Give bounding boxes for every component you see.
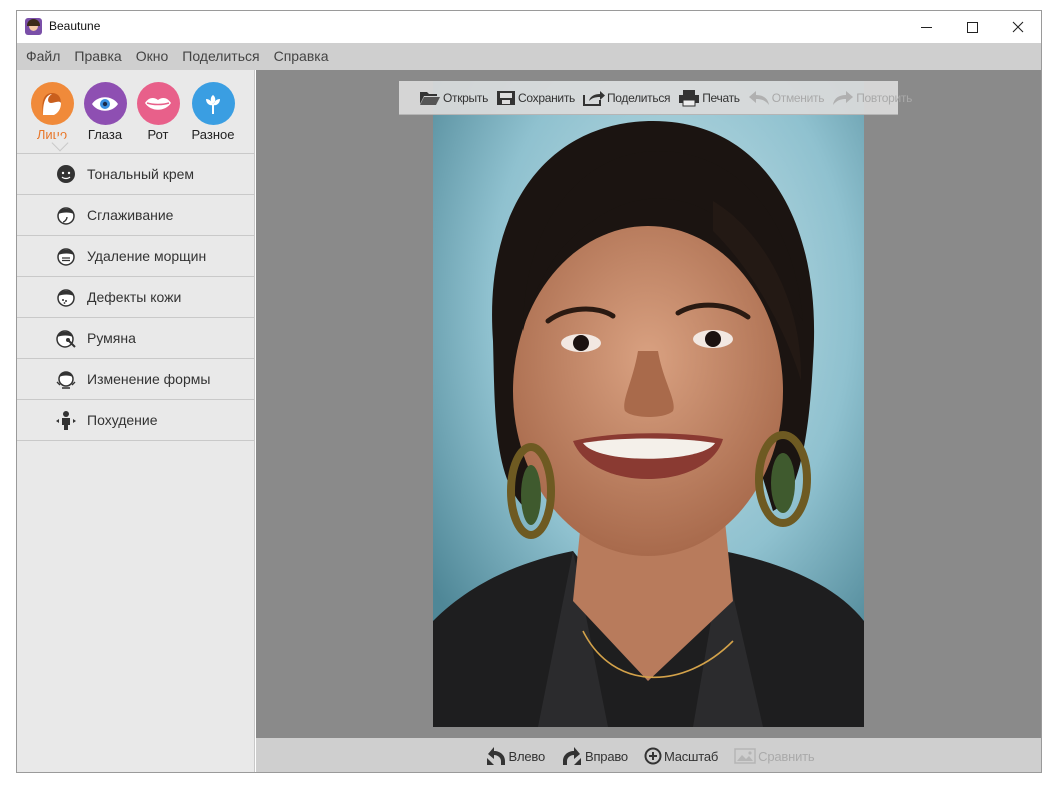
compare-button[interactable]: Сравнить <box>734 748 815 764</box>
menu-file[interactable]: Файл <box>19 43 67 70</box>
window-title: Beautune <box>49 19 101 33</box>
tool-smoothing[interactable]: Сглаживание <box>17 195 254 236</box>
open-button[interactable]: Открыть <box>419 90 488 106</box>
title-bar: Beautune <box>17 11 1041 43</box>
compare-label: Сравнить <box>758 748 815 764</box>
tool-reshape[interactable]: Изменение формы <box>17 359 254 400</box>
blush-icon <box>56 330 76 348</box>
print-button[interactable]: Печать <box>678 89 740 107</box>
compare-image-icon <box>734 748 756 764</box>
folder-open-icon <box>420 91 440 105</box>
rotate-right-label: Вправо <box>584 748 628 764</box>
share-label: Поделиться <box>606 90 671 105</box>
redo-label: Повторить <box>856 90 913 105</box>
redo-arrow-icon <box>833 90 854 105</box>
menu-share[interactable]: Поделиться <box>175 43 266 70</box>
eye-icon <box>83 82 127 125</box>
lips-icon <box>136 82 180 125</box>
tab-face-label: Лицо <box>36 127 68 142</box>
maximize-icon <box>966 21 978 33</box>
photo-canvas[interactable]: Открыть Сохранить Поделиться Печать Отме… <box>256 70 1041 738</box>
flower-icon <box>191 82 235 125</box>
tool-reshape-label: Изменение формы <box>87 371 211 387</box>
zoom-label: Масштаб <box>663 748 719 764</box>
portrait-photo[interactable] <box>433 81 864 727</box>
menu-edit[interactable]: Правка <box>67 43 128 70</box>
tool-skin-defects[interactable]: Дефекты кожи <box>17 277 254 318</box>
tab-mouth[interactable]: Рот <box>132 82 184 142</box>
undo-label: Отменить <box>771 90 825 105</box>
zoom-button[interactable]: Масштаб <box>644 747 718 765</box>
tool-foundation-label: Тональный крем <box>87 166 195 182</box>
undo-button[interactable]: Отменить <box>748 90 824 106</box>
menu-window[interactable]: Окно <box>129 43 176 70</box>
redo-button[interactable]: Повторить <box>832 90 912 106</box>
close-icon <box>1012 21 1024 33</box>
share-button[interactable]: Поделиться <box>582 90 671 106</box>
rotate-left-button[interactable]: Влево <box>485 746 545 766</box>
bottom-toolbar: Влево Вправо Масштаб Сравнить <box>256 738 1041 772</box>
rotate-right-icon <box>562 747 581 765</box>
tool-blush[interactable]: Румяна <box>17 318 254 359</box>
tab-eyes-label: Глаза <box>87 127 123 142</box>
tab-mouth-label: Рот <box>147 127 169 142</box>
skin-defects-icon <box>57 289 75 307</box>
tool-wrinkle-removal-label: Удаление морщин <box>87 248 207 264</box>
app-window: Beautune Файл Правка Окно Поделиться Спр… <box>16 10 1042 773</box>
category-tabs: Лицо Глаза Рот Разное <box>17 70 254 154</box>
tool-slimming-label: Похудение <box>87 412 158 428</box>
tab-eyes[interactable]: Глаза <box>79 82 131 142</box>
tab-misc-label: Разное <box>191 127 235 142</box>
menu-bar: Файл Правка Окно Поделиться Справка <box>17 43 1041 70</box>
minimize-icon <box>920 26 932 28</box>
printer-icon <box>679 89 700 106</box>
open-label: Открыть <box>443 90 489 105</box>
sidebar: Лицо Глаза Рот Разное Тональный крем Сгл… <box>17 70 255 772</box>
smoothing-icon <box>57 207 75 225</box>
tool-slimming[interactable]: Похудение <box>17 400 254 441</box>
wrinkle-removal-icon <box>57 248 75 266</box>
share-icon <box>582 90 605 106</box>
menu-help[interactable]: Справка <box>267 43 336 70</box>
tool-smoothing-label: Сглаживание <box>87 207 174 223</box>
minimize-button[interactable] <box>903 11 949 43</box>
tool-wrinkle-removal[interactable]: Удаление морщин <box>17 236 254 277</box>
slimming-icon <box>56 411 76 430</box>
undo-arrow-icon <box>748 90 769 105</box>
tab-misc[interactable]: Разное <box>187 82 239 142</box>
rotate-left-icon <box>486 747 505 765</box>
close-button[interactable] <box>995 11 1041 43</box>
tool-foundation[interactable]: Тональный крем <box>17 154 254 195</box>
tool-blush-label: Румяна <box>87 330 136 346</box>
rotate-right-button[interactable]: Вправо <box>561 746 628 766</box>
face-icon <box>30 82 74 125</box>
maximize-button[interactable] <box>949 11 995 43</box>
app-logo-icon <box>25 18 42 35</box>
save-icon <box>497 90 516 105</box>
save-label: Сохранить <box>518 90 575 105</box>
save-button[interactable]: Сохранить <box>496 90 575 106</box>
zoom-plus-icon <box>644 747 662 765</box>
top-toolbar: Открыть Сохранить Поделиться Печать Отме… <box>399 81 912 115</box>
tab-face[interactable]: Лицо <box>26 82 78 152</box>
rotate-left-label: Влево <box>508 748 546 764</box>
reshape-icon <box>56 371 76 389</box>
foundation-icon <box>57 165 75 183</box>
print-label: Печать <box>702 90 740 105</box>
tool-skin-defects-label: Дефекты кожи <box>87 289 182 305</box>
